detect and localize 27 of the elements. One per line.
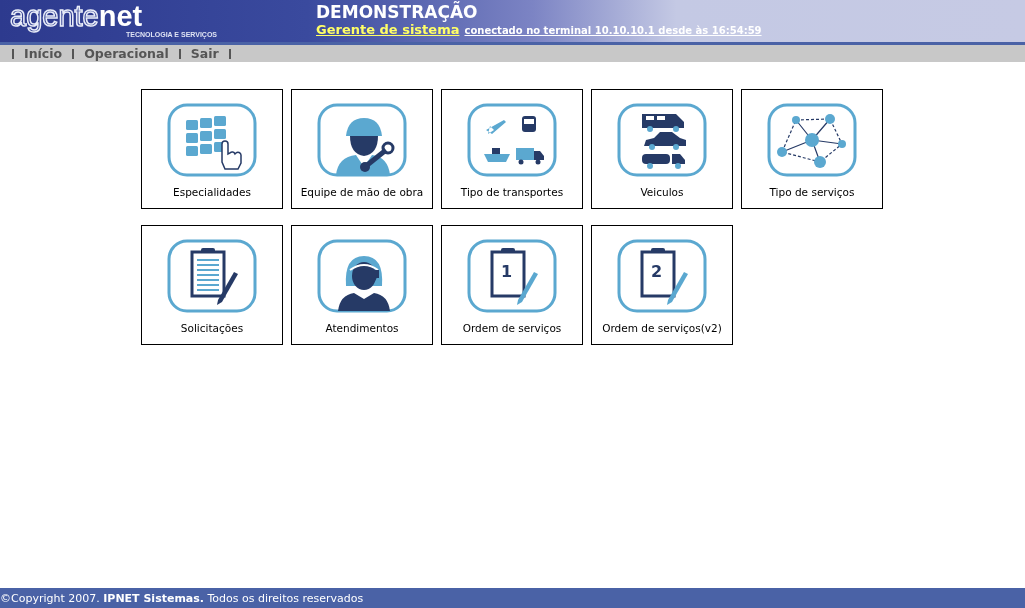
clipboard-number: 2 (651, 262, 663, 281)
clipboard-icon (466, 238, 558, 314)
network-icon (766, 102, 858, 178)
clipboard-icon (616, 238, 708, 314)
keypad-icon (166, 102, 258, 178)
clipboard-icon (166, 238, 258, 314)
nav-link[interactable]: Início (14, 46, 73, 61)
nav-link[interactable]: Operacional (74, 46, 179, 61)
page-title: DEMONSTRAÇÃO (316, 3, 479, 22)
menu-tile[interactable]: Equipe de mão de obra (291, 89, 433, 209)
menu-tile[interactable]: Especialidades (141, 89, 283, 209)
vehicles-icon (616, 102, 708, 178)
menu-tile[interactable]: Atendimentos (291, 225, 433, 345)
menu-tile[interactable]: Veiculos (591, 89, 733, 209)
nav-link[interactable]: Sair (180, 46, 229, 61)
user-link[interactable]: Gerente de sistema (316, 22, 460, 37)
transport-icon (466, 102, 558, 178)
logo-wordmark: agentenet (9, 0, 143, 33)
menu-tile[interactable]: 1 Ordem de serviços (441, 225, 583, 345)
menu-tile[interactable]: Tipo de transportes (441, 89, 583, 209)
clipboard-number: 1 (501, 262, 513, 281)
headset-person-icon (316, 238, 408, 314)
menu-tile[interactable]: 2 Ordem de serviços(v2) (591, 225, 733, 345)
menu-tile[interactable]: Solicitações (141, 225, 283, 345)
worker-icon (316, 102, 408, 178)
copyright-text: ©Copyright 2007. IPNET Sistemas. Todos os direitos reservados (0, 591, 364, 605)
menu-tile[interactable]: Tipo de serviços (741, 89, 883, 209)
